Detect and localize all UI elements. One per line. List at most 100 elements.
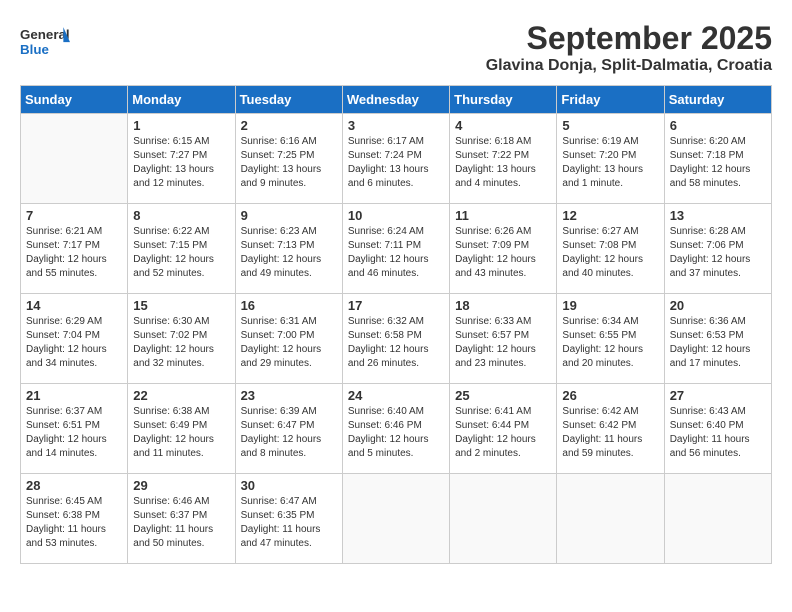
day-info: Sunrise: 6:43 AMSunset: 6:40 PMDaylight:… <box>670 405 766 461</box>
calendar-cell: 23 Sunrise: 6:39 AMSunset: 6:47 PMDayligh… <box>235 384 342 474</box>
calendar-cell: 20 Sunrise: 6:36 AMSunset: 6:53 PMDayligh… <box>664 294 771 384</box>
day-number: 29 <box>133 478 229 493</box>
calendar-cell: 30 Sunrise: 6:47 AMSunset: 6:35 PMDayligh… <box>235 474 342 564</box>
calendar-cell: 29 Sunrise: 6:46 AMSunset: 6:37 PMDayligh… <box>128 474 235 564</box>
calendar-cell <box>664 474 771 564</box>
weekday-header-saturday: Saturday <box>664 86 771 114</box>
day-number: 14 <box>26 298 122 313</box>
calendar-cell <box>21 114 128 204</box>
page-header: General Blue September 2025 Glavina Donj… <box>20 20 772 75</box>
calendar-cell: 8 Sunrise: 6:22 AMSunset: 7:15 PMDaylight… <box>128 204 235 294</box>
calendar-cell: 16 Sunrise: 6:31 AMSunset: 7:00 PMDayligh… <box>235 294 342 384</box>
calendar-cell: 5 Sunrise: 6:19 AMSunset: 7:20 PMDaylight… <box>557 114 664 204</box>
weekday-header-thursday: Thursday <box>450 86 557 114</box>
day-number: 2 <box>241 118 337 133</box>
day-number: 6 <box>670 118 766 133</box>
day-info: Sunrise: 6:27 AMSunset: 7:08 PMDaylight:… <box>562 225 658 281</box>
location-title: Glavina Donja, Split-Dalmatia, Croatia <box>486 57 772 75</box>
logo: General Blue <box>20 20 70 65</box>
calendar-cell <box>557 474 664 564</box>
day-info: Sunrise: 6:28 AMSunset: 7:06 PMDaylight:… <box>670 225 766 281</box>
calendar-week-row: 28 Sunrise: 6:45 AMSunset: 6:38 PMDayligh… <box>21 474 772 564</box>
calendar-cell: 24Sunrise: 6:40 AMSunset: 6:46 PMDayligh… <box>342 384 449 474</box>
calendar-cell: 2 Sunrise: 6:16 AMSunset: 7:25 PMDaylight… <box>235 114 342 204</box>
day-number: 7 <box>26 208 122 223</box>
calendar-cell: 21 Sunrise: 6:37 AMSunset: 6:51 PMDayligh… <box>21 384 128 474</box>
svg-text:Blue: Blue <box>20 42 49 57</box>
day-number: 17 <box>348 298 444 313</box>
day-info: Sunrise: 6:45 AMSunset: 6:38 PMDaylight:… <box>26 495 122 551</box>
day-number: 25 <box>455 388 551 403</box>
day-info: Sunrise: 6:20 AMSunset: 7:18 PMDaylight:… <box>670 135 766 191</box>
calendar-cell: 26Sunrise: 6:42 AMSunset: 6:42 PMDayligh… <box>557 384 664 474</box>
day-info: Sunrise: 6:19 AMSunset: 7:20 PMDaylight:… <box>562 135 658 191</box>
day-info: Sunrise: 6:16 AMSunset: 7:25 PMDaylight:… <box>241 135 337 191</box>
day-number: 28 <box>26 478 122 493</box>
title-block: September 2025 Glavina Donja, Split-Dalm… <box>486 20 772 75</box>
weekday-header-tuesday: Tuesday <box>235 86 342 114</box>
day-info: Sunrise: 6:47 AMSunset: 6:35 PMDaylight:… <box>241 495 337 551</box>
calendar-week-row: 7 Sunrise: 6:21 AMSunset: 7:17 PMDaylight… <box>21 204 772 294</box>
weekday-header-monday: Monday <box>128 86 235 114</box>
day-info: Sunrise: 6:23 AMSunset: 7:13 PMDaylight:… <box>241 225 337 281</box>
day-info: Sunrise: 6:31 AMSunset: 7:00 PMDaylight:… <box>241 315 337 371</box>
day-number: 22 <box>133 388 229 403</box>
day-info: Sunrise: 6:42 AMSunset: 6:42 PMDaylight:… <box>562 405 658 461</box>
day-info: Sunrise: 6:36 AMSunset: 6:53 PMDaylight:… <box>670 315 766 371</box>
calendar-cell: 10 Sunrise: 6:24 AMSunset: 7:11 PMDayligh… <box>342 204 449 294</box>
day-number: 21 <box>26 388 122 403</box>
day-info: Sunrise: 6:41 AMSunset: 6:44 PMDaylight:… <box>455 405 551 461</box>
day-number: 30 <box>241 478 337 493</box>
month-title: September 2025 <box>486 20 772 57</box>
day-info: Sunrise: 6:18 AMSunset: 7:22 PMDaylight:… <box>455 135 551 191</box>
calendar-cell: 17 Sunrise: 6:32 AMSunset: 6:58 PMDayligh… <box>342 294 449 384</box>
day-number: 11 <box>455 208 551 223</box>
day-info: Sunrise: 6:38 AMSunset: 6:49 PMDaylight:… <box>133 405 229 461</box>
day-number: 19 <box>562 298 658 313</box>
day-number: 18 <box>455 298 551 313</box>
day-number: 4 <box>455 118 551 133</box>
day-number: 27 <box>670 388 766 403</box>
calendar-cell: 12Sunrise: 6:27 AMSunset: 7:08 PMDayligh… <box>557 204 664 294</box>
day-info: Sunrise: 6:46 AMSunset: 6:37 PMDaylight:… <box>133 495 229 551</box>
calendar-cell: 6 Sunrise: 6:20 AMSunset: 7:18 PMDaylight… <box>664 114 771 204</box>
day-number: 23 <box>241 388 337 403</box>
day-info: Sunrise: 6:32 AMSunset: 6:58 PMDaylight:… <box>348 315 444 371</box>
day-info: Sunrise: 6:34 AMSunset: 6:55 PMDaylight:… <box>562 315 658 371</box>
day-number: 9 <box>241 208 337 223</box>
calendar-cell: 13Sunrise: 6:28 AMSunset: 7:06 PMDayligh… <box>664 204 771 294</box>
day-info: Sunrise: 6:33 AMSunset: 6:57 PMDaylight:… <box>455 315 551 371</box>
day-number: 1 <box>133 118 229 133</box>
calendar-cell <box>450 474 557 564</box>
calendar-cell <box>342 474 449 564</box>
calendar-week-row: 21 Sunrise: 6:37 AMSunset: 6:51 PMDayligh… <box>21 384 772 474</box>
weekday-header-wednesday: Wednesday <box>342 86 449 114</box>
day-info: Sunrise: 6:24 AMSunset: 7:11 PMDaylight:… <box>348 225 444 281</box>
day-number: 3 <box>348 118 444 133</box>
calendar-cell: 1 Sunrise: 6:15 AMSunset: 7:27 PMDaylight… <box>128 114 235 204</box>
svg-text:General: General <box>20 27 70 42</box>
calendar-week-row: 1 Sunrise: 6:15 AMSunset: 7:27 PMDaylight… <box>21 114 772 204</box>
day-info: Sunrise: 6:29 AMSunset: 7:04 PMDaylight:… <box>26 315 122 371</box>
day-info: Sunrise: 6:30 AMSunset: 7:02 PMDaylight:… <box>133 315 229 371</box>
day-info: Sunrise: 6:17 AMSunset: 7:24 PMDaylight:… <box>348 135 444 191</box>
day-info: Sunrise: 6:39 AMSunset: 6:47 PMDaylight:… <box>241 405 337 461</box>
day-number: 10 <box>348 208 444 223</box>
calendar-table: SundayMondayTuesdayWednesdayThursdayFrid… <box>20 85 772 564</box>
day-number: 16 <box>241 298 337 313</box>
day-info: Sunrise: 6:21 AMSunset: 7:17 PMDaylight:… <box>26 225 122 281</box>
day-info: Sunrise: 6:37 AMSunset: 6:51 PMDaylight:… <box>26 405 122 461</box>
day-info: Sunrise: 6:26 AMSunset: 7:09 PMDaylight:… <box>455 225 551 281</box>
weekday-header-row: SundayMondayTuesdayWednesdayThursdayFrid… <box>21 86 772 114</box>
calendar-cell: 14 Sunrise: 6:29 AMSunset: 7:04 PMDayligh… <box>21 294 128 384</box>
calendar-cell: 15Sunrise: 6:30 AMSunset: 7:02 PMDayligh… <box>128 294 235 384</box>
day-info: Sunrise: 6:22 AMSunset: 7:15 PMDaylight:… <box>133 225 229 281</box>
day-number: 8 <box>133 208 229 223</box>
day-info: Sunrise: 6:40 AMSunset: 6:46 PMDaylight:… <box>348 405 444 461</box>
day-number: 20 <box>670 298 766 313</box>
calendar-cell: 3 Sunrise: 6:17 AMSunset: 7:24 PMDaylight… <box>342 114 449 204</box>
day-info: Sunrise: 6:15 AMSunset: 7:27 PMDaylight:… <box>133 135 229 191</box>
day-number: 5 <box>562 118 658 133</box>
calendar-cell: 9 Sunrise: 6:23 AMSunset: 7:13 PMDaylight… <box>235 204 342 294</box>
calendar-cell: 27 Sunrise: 6:43 AMSunset: 6:40 PMDayligh… <box>664 384 771 474</box>
